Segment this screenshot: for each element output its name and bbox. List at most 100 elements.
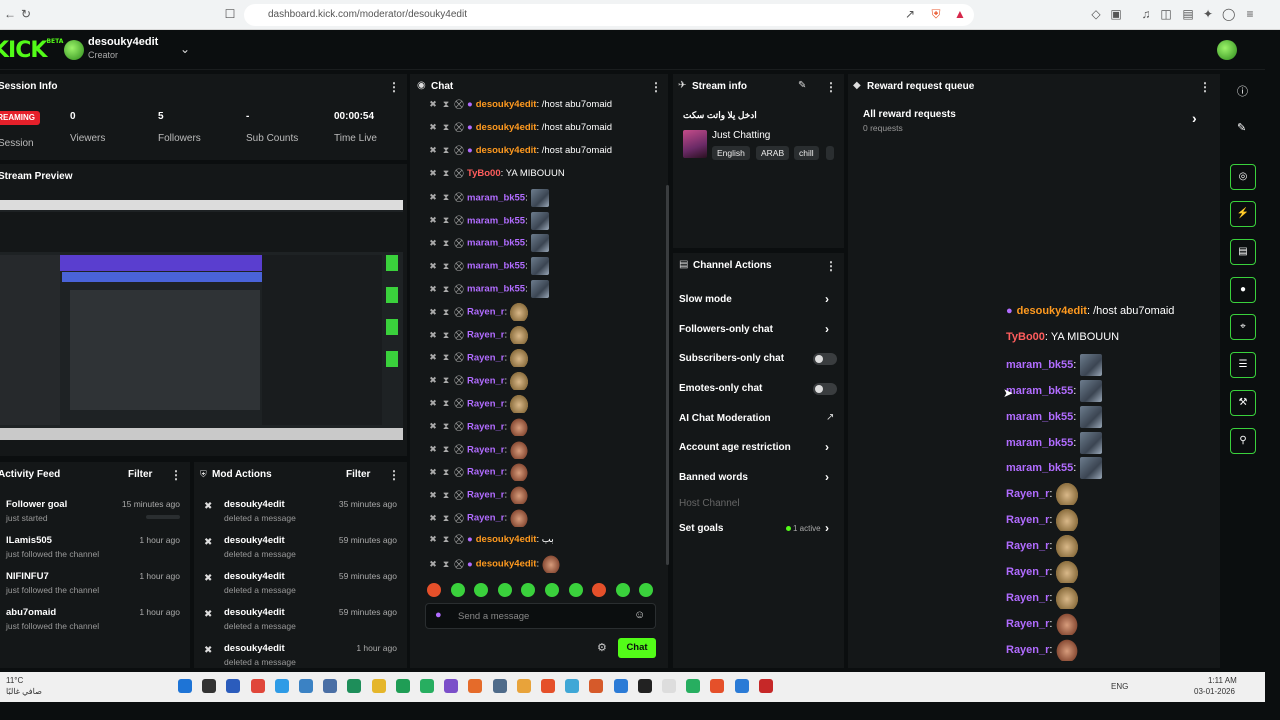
sidebar-icon[interactable]: ◫	[1160, 8, 1172, 20]
taskbar-app-icon[interactable]	[565, 679, 580, 693]
taskbar-app-icon[interactable]	[395, 679, 410, 693]
chat-message[interactable]: ✖ ⧗ ⛒ Rayen_r:	[428, 371, 529, 390]
ban-icon[interactable]: ⛒	[454, 557, 464, 571]
ban-icon[interactable]: ⛒	[454, 465, 464, 479]
delete-message-icon[interactable]: ✖	[428, 236, 438, 250]
delete-message-icon[interactable]: ✖	[428, 166, 438, 180]
trash-icon[interactable]: ✖	[204, 537, 212, 548]
category-name[interactable]: Just Chatting	[712, 130, 770, 141]
reward-queue-menu-icon[interactable]: ⋮	[1199, 80, 1211, 94]
timeout-icon[interactable]: ⧗	[441, 511, 451, 525]
mic-icon[interactable]: ●	[435, 609, 442, 621]
chat-username[interactable]: Rayen_r	[467, 467, 505, 478]
delete-message-icon[interactable]: ✖	[428, 511, 438, 525]
menu-icon[interactable]: ≡	[1244, 8, 1256, 20]
ban-icon[interactable]: ⛒	[454, 97, 464, 111]
ban-icon[interactable]: ⛒	[454, 442, 464, 456]
edit-icon[interactable]: ✎	[798, 80, 806, 91]
quick-emote[interactable]	[450, 583, 465, 597]
chat-message[interactable]: ✖ ⧗ ⛒ Rayen_r:	[428, 394, 529, 413]
ban-icon[interactable]: ⛒	[454, 120, 464, 134]
rewards-icon[interactable]: ▲	[954, 8, 966, 20]
info-icon[interactable]: ⓘ	[1237, 83, 1248, 99]
ban-icon[interactable]: ⛒	[454, 282, 464, 296]
timeout-icon[interactable]: ⧗	[441, 213, 451, 227]
chat-menu-icon[interactable]: ⋮	[650, 80, 662, 94]
quick-emote[interactable]	[568, 583, 583, 597]
delete-message-icon[interactable]: ✖	[428, 350, 438, 364]
timeout-icon[interactable]: ⧗	[441, 236, 451, 250]
chat-username[interactable]: TyBo00	[467, 168, 501, 179]
chat-username[interactable]: maram_bk55	[467, 215, 525, 226]
ban-icon[interactable]: ⛒	[454, 190, 464, 204]
delete-message-icon[interactable]: ✖	[428, 120, 438, 134]
taskbar-app-icon[interactable]	[492, 679, 507, 693]
quick-emote[interactable]	[615, 583, 630, 597]
ban-icon[interactable]: ⛒	[454, 328, 464, 342]
chat-username[interactable]: maram_bk55	[467, 261, 525, 272]
toolbar-chat-icon[interactable]: ●	[1230, 277, 1256, 303]
chat-username[interactable]: maram_bk55	[467, 192, 525, 203]
timeout-icon[interactable]: ⧗	[441, 532, 451, 546]
reload-icon[interactable]: ↻	[20, 8, 32, 20]
extension-icon[interactable]: ◇	[1090, 8, 1102, 20]
toolbar-document-icon[interactable]: ▤	[1230, 239, 1256, 265]
taskbar-app-icon[interactable]	[468, 679, 483, 693]
chat-message[interactable]: ✖ ⧗ ⛒ Rayen_r:	[428, 463, 529, 482]
ban-icon[interactable]: ⛒	[454, 213, 464, 227]
chat-username[interactable]: Rayen_r	[467, 330, 505, 341]
emoji-icon[interactable]: ☺	[634, 609, 645, 621]
timeout-icon[interactable]: ⧗	[441, 143, 451, 157]
emotes-only-toggle[interactable]	[813, 383, 837, 395]
timeout-icon[interactable]: ⧗	[441, 166, 451, 180]
trash-icon[interactable]: ✖	[204, 609, 212, 620]
chevron-right-icon[interactable]: ›	[825, 292, 829, 306]
language-indicator[interactable]: ENG	[1111, 682, 1128, 691]
chat-username[interactable]: Rayen_r	[467, 421, 505, 432]
slow-mode-item[interactable]: Slow mode	[679, 294, 732, 305]
delete-message-icon[interactable]: ✖	[428, 213, 438, 227]
kick-logo[interactable]: KICKBETA	[0, 38, 63, 63]
taskbar-app-icon[interactable]	[274, 679, 289, 693]
share-icon[interactable]: ↗	[904, 8, 916, 20]
ban-icon[interactable]: ⛒	[454, 373, 464, 387]
taskbar-app-icon[interactable]	[323, 679, 338, 693]
chevron-right-icon[interactable]: ›	[1192, 110, 1197, 126]
host-channel-item[interactable]: Host Channel	[679, 498, 740, 509]
taskbar-app-icon[interactable]	[178, 679, 192, 693]
delete-message-icon[interactable]: ✖	[428, 143, 438, 157]
ban-icon[interactable]: ⛒	[454, 532, 464, 546]
subscribers-only-toggle[interactable]	[813, 353, 837, 365]
chat-message[interactable]: ✖ ⧗ ⛒ maram_bk55:	[428, 188, 549, 207]
ai-icon[interactable]: ✦	[1202, 8, 1214, 20]
stream-preview-video[interactable]	[0, 200, 403, 440]
chat-scrollbar[interactable]	[666, 185, 669, 565]
taskbar-app-icon[interactable]	[516, 679, 531, 693]
timeout-icon[interactable]: ⧗	[441, 373, 451, 387]
delete-message-icon[interactable]: ✖	[428, 488, 438, 502]
channel-name[interactable]: desouky4edit	[88, 36, 158, 48]
delete-message-icon[interactable]: ✖	[428, 190, 438, 204]
delete-message-icon[interactable]: ✖	[428, 282, 438, 296]
chat-username[interactable]: Rayen_r	[467, 513, 505, 524]
chat-username[interactable]: desouky4edit	[476, 122, 537, 133]
chat-message[interactable]: ✖ ⧗ ⛒ Rayen_r:	[428, 303, 529, 322]
delete-message-icon[interactable]: ✖	[428, 328, 438, 342]
delete-message-icon[interactable]: ✖	[428, 396, 438, 410]
chevron-down-icon[interactable]: ⌄	[180, 42, 190, 56]
ban-icon[interactable]: ⛒	[454, 488, 464, 502]
external-link-icon[interactable]: ↗	[826, 412, 834, 423]
chat-message[interactable]: ✖ ⧗ ⛒ Rayen_r:	[428, 509, 529, 528]
chat-username[interactable]: Rayen_r	[467, 352, 505, 363]
taskbar-app-icon[interactable]	[371, 679, 386, 693]
weather-temp[interactable]: 11°C	[6, 676, 23, 685]
timeout-icon[interactable]: ⧗	[441, 259, 451, 273]
ban-icon[interactable]: ⛒	[454, 143, 464, 157]
chevron-right-icon[interactable]: ›	[825, 521, 829, 535]
delete-message-icon[interactable]: ✖	[428, 419, 438, 433]
taskbar-app-icon[interactable]	[347, 679, 362, 693]
delete-message-icon[interactable]: ✖	[428, 373, 438, 387]
bookmark-icon[interactable]: ☐	[224, 8, 236, 20]
ban-icon[interactable]: ⛒	[454, 419, 464, 433]
delete-message-icon[interactable]: ✖	[428, 97, 438, 111]
